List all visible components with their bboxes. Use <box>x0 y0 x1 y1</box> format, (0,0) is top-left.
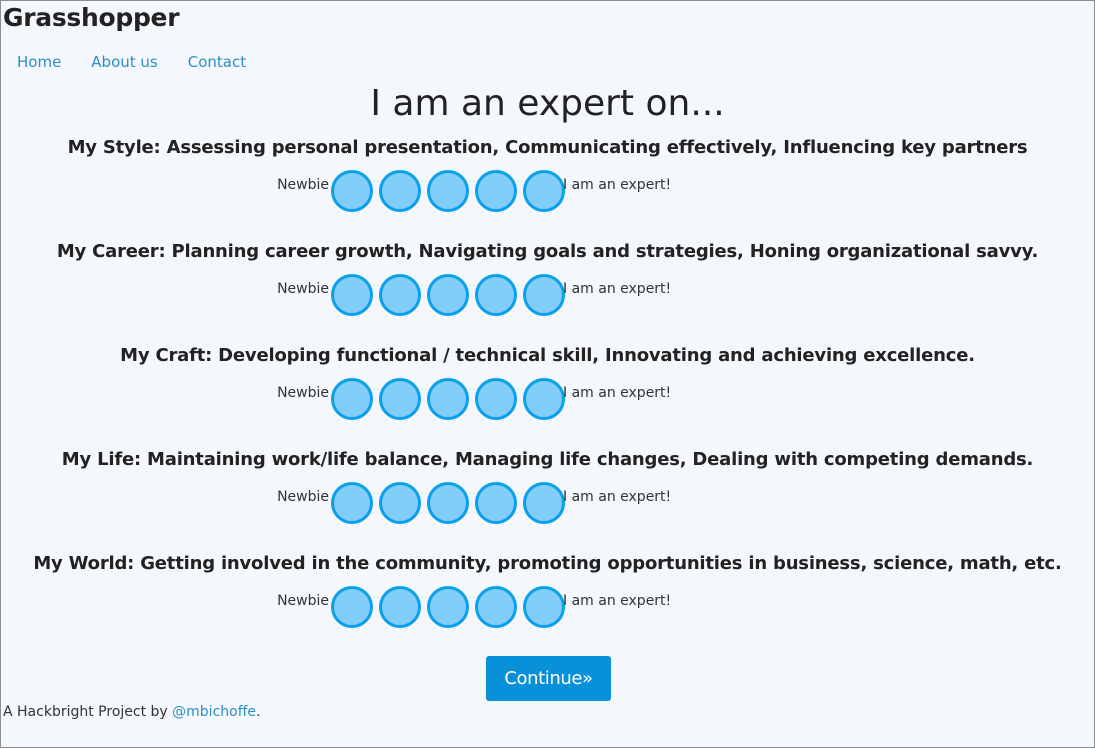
question-label: My World: Getting involved in the commun… <box>33 553 1062 574</box>
question-world: My World: Getting involved in the commun… <box>1 553 1094 628</box>
rating-scale: Newbie I am an expert! <box>1 586 1094 628</box>
rating-option-1[interactable] <box>331 586 373 628</box>
rating-option-1[interactable] <box>331 274 373 316</box>
rating-option-2[interactable] <box>379 378 421 420</box>
scale-min-label: Newbie <box>277 593 329 609</box>
brand-title: Grasshopper <box>3 3 180 32</box>
rating-scale: Newbie I am an expert! <box>1 482 1094 524</box>
scale-min-label: Newbie <box>277 385 329 401</box>
rating-option-3[interactable] <box>427 482 469 524</box>
rating-scale: Newbie I am an expert! <box>1 170 1094 212</box>
rating-option-2[interactable] <box>379 170 421 212</box>
nav-contact-link[interactable]: Contact <box>188 53 246 71</box>
footer-text: A Hackbright Project by <box>3 704 173 720</box>
scale-min-label: Newbie <box>277 281 329 297</box>
question-craft: My Craft: Developing functional / techni… <box>1 345 1094 420</box>
scale-min-label: Newbie <box>277 489 329 505</box>
scale-max-label: I am an expert! <box>563 489 672 505</box>
rating-option-4[interactable] <box>475 482 517 524</box>
scale-min-label: Newbie <box>277 177 329 193</box>
page-title: I am an expert on... <box>370 83 725 124</box>
rating-option-3[interactable] <box>427 586 469 628</box>
rating-option-1[interactable] <box>331 170 373 212</box>
rating-option-5[interactable] <box>523 586 565 628</box>
question-label: My Style: Assessing personal presentatio… <box>67 137 1028 158</box>
rating-option-3[interactable] <box>427 170 469 212</box>
main-nav: Home About us Contact <box>17 53 246 71</box>
rating-option-5[interactable] <box>523 378 565 420</box>
question-label: My Craft: Developing functional / techni… <box>120 345 975 366</box>
scale-max-label: I am an expert! <box>563 177 672 193</box>
rating-option-4[interactable] <box>475 170 517 212</box>
rating-option-3[interactable] <box>427 378 469 420</box>
question-style: My Style: Assessing personal presentatio… <box>1 137 1094 212</box>
rating-option-4[interactable] <box>475 586 517 628</box>
nav-home-link[interactable]: Home <box>17 53 61 71</box>
scale-max-label: I am an expert! <box>563 593 672 609</box>
rating-option-3[interactable] <box>427 274 469 316</box>
footer: A Hackbright Project by @mbichoffe. <box>3 704 260 720</box>
scale-max-label: I am an expert! <box>563 281 672 297</box>
footer-period: . <box>255 704 261 720</box>
rating-scale: Newbie I am an expert! <box>1 274 1094 316</box>
rating-option-5[interactable] <box>523 170 565 212</box>
rating-option-1[interactable] <box>331 482 373 524</box>
rating-option-1[interactable] <box>331 378 373 420</box>
rating-option-5[interactable] <box>523 482 565 524</box>
rating-option-2[interactable] <box>379 274 421 316</box>
nav-about-link[interactable]: About us <box>91 53 157 71</box>
question-label: My Career: Planning career growth, Navig… <box>56 241 1039 262</box>
rating-option-4[interactable] <box>475 378 517 420</box>
question-life: My Life: Maintaining work/life balance, … <box>1 449 1094 524</box>
rating-scale: Newbie I am an expert! <box>1 378 1094 420</box>
rating-option-4[interactable] <box>475 274 517 316</box>
scale-max-label: I am an expert! <box>563 385 672 401</box>
continue-button[interactable]: Continue» <box>486 656 611 701</box>
author-link[interactable]: @mbichoffe <box>172 704 256 720</box>
rating-option-5[interactable] <box>523 274 565 316</box>
rating-option-2[interactable] <box>379 586 421 628</box>
rating-option-2[interactable] <box>379 482 421 524</box>
question-label: My Life: Maintaining work/life balance, … <box>61 449 1034 470</box>
question-career: My Career: Planning career growth, Navig… <box>1 241 1094 316</box>
